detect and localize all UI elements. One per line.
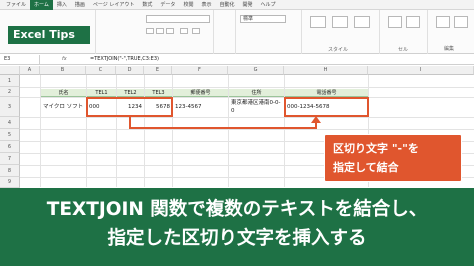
header-cell-tel1[interactable]: TEL1 (87, 89, 116, 97)
column-header-i[interactable]: I (368, 66, 474, 75)
gridline (20, 87, 474, 88)
column-header-g[interactable]: G (228, 66, 284, 75)
tab-file[interactable]: ファイル (2, 0, 30, 10)
row-header-8[interactable]: 8 (0, 165, 20, 177)
font-group (96, 10, 214, 54)
source-cells-highlight (86, 97, 173, 117)
cell-address[interactable]: 東京都港区港南0-0-0 (229, 98, 284, 116)
styles-group-label: スタイル (328, 47, 349, 53)
title-line-1: TEXTJOIN 関数で複数のテキストを結合し、 (46, 199, 428, 220)
gridline (20, 117, 474, 118)
tab-page-layout[interactable]: ページ レイアウト (89, 0, 139, 10)
row-header-6[interactable]: 6 (0, 141, 20, 153)
title-banner: TEXTJOIN 関数で複数のテキストを結合し、 指定した区切り文字を挿入する (0, 188, 474, 266)
sort-filter-icon[interactable] (454, 16, 468, 28)
header-cell-postal[interactable]: 郵便番号 (173, 89, 228, 97)
formula-bar: E3 fx =TEXTJOIN("-",TRUE,C3:E3) (0, 54, 474, 65)
header-cell-tel3[interactable]: TEL3 (145, 89, 172, 97)
edit-group-label: 編集 (444, 46, 455, 52)
tab-insert[interactable]: 挿入 (53, 0, 71, 10)
tab-developer[interactable]: 開発 (238, 0, 256, 10)
header-cell-tel2[interactable]: TEL2 (117, 89, 144, 97)
tab-formulas[interactable]: 数式 (138, 0, 156, 10)
column-header-a[interactable]: A (20, 66, 40, 75)
tab-review[interactable]: 校閲 (179, 0, 197, 10)
header-cell-phone[interactable]: 電話番号 (285, 89, 368, 97)
tab-view[interactable]: 表示 (197, 0, 215, 10)
row-header-4[interactable]: 4 (0, 117, 20, 129)
column-header-h[interactable]: H (284, 66, 368, 75)
fx-icon[interactable]: fx (62, 55, 67, 64)
row-header-3[interactable]: 3 (0, 97, 20, 117)
row-header-7[interactable]: 7 (0, 153, 20, 165)
ribbon-tabs: ファイル ホーム 挿入 描画 ページ レイアウト 数式 データ 校閲 表示 自動… (0, 0, 474, 10)
result-cell-highlight (284, 97, 369, 117)
alignment-group (214, 10, 236, 54)
gridline (20, 129, 474, 130)
cell-name[interactable]: マイクロ ソフト (41, 98, 86, 116)
row-header-1[interactable]: 1 (0, 75, 20, 87)
row-header-5[interactable]: 5 (0, 129, 20, 141)
select-all-corner[interactable] (0, 66, 20, 75)
cell-postal[interactable]: 123-4567 (173, 98, 228, 116)
tab-help[interactable]: ヘルプ (257, 0, 280, 10)
row-header-9[interactable]: 9 (0, 177, 20, 188)
cells-group-label: セル (398, 47, 409, 53)
column-header-b[interactable]: B (40, 66, 86, 75)
annotation-line-2: 指定して結合 (333, 161, 399, 174)
name-box[interactable]: E3 (0, 55, 40, 64)
excel-tips-badge: Excel Tips (8, 26, 90, 44)
header-cell-name[interactable]: 氏名 (41, 89, 86, 97)
formula-input[interactable]: =TEXTJOIN("-",TRUE,C3:E3) (90, 55, 159, 64)
row-header-2[interactable]: 2 (0, 87, 20, 97)
column-header-d[interactable]: D (116, 66, 144, 75)
sum-icon[interactable] (436, 16, 450, 28)
header-cell-address[interactable]: 住所 (229, 89, 284, 97)
tab-automate[interactable]: 自動化 (215, 0, 238, 10)
tab-home[interactable]: ホーム (30, 0, 53, 10)
annotation-line-1: 区切り文字 "-"を (333, 142, 419, 155)
column-header-e[interactable]: E (144, 66, 172, 75)
title-line-2: 指定した区切り文字を挿入する (107, 228, 367, 249)
tab-draw[interactable]: 描画 (71, 0, 89, 10)
column-header-c[interactable]: C (86, 66, 116, 75)
cells-group: セル (380, 10, 428, 54)
tab-data[interactable]: データ (156, 0, 179, 10)
annotation-callout: 区切り文字 "-"を 指定して結合 (324, 134, 462, 182)
number-group (236, 10, 302, 54)
column-header-f[interactable]: F (172, 66, 228, 75)
styles-group: スタイル (302, 10, 380, 54)
